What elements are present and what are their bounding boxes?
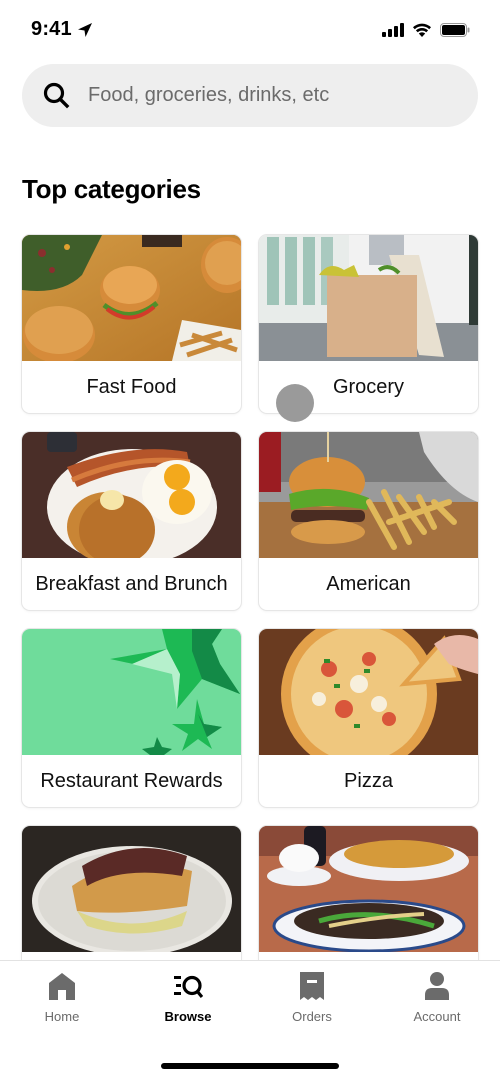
signal-icon [382,22,404,37]
category-card-fast-food[interactable]: Fast Food [22,235,241,413]
browse-icon [174,975,203,999]
tab-orders[interactable]: Orders [262,971,362,1024]
location-arrow-icon [78,23,92,37]
tab-label: Orders [292,1009,332,1024]
category-card-breakfast-and-brunch[interactable]: Breakfast and Brunch [22,432,241,610]
search-icon [43,82,70,109]
tab-label: Browse [164,1009,212,1024]
category-card-pizza[interactable]: Pizza [259,629,478,807]
status-time: 9:41 [31,18,72,40]
category-label: Restaurant Rewards [40,770,223,792]
chinese-food-image [259,826,478,952]
pizza-image [259,629,478,755]
search-bar[interactable] [22,64,478,127]
touch-indicator [276,384,314,422]
status-bar: 9:41 [0,0,500,60]
tab-account[interactable]: Account [387,971,487,1024]
tab-label: Account [413,1009,461,1024]
breakfast-image [22,432,241,558]
grocery-image [259,235,478,361]
sandwich-image [22,826,241,952]
rewards-image [22,629,241,755]
tab-home[interactable]: Home [12,971,112,1024]
battery-icon [440,22,470,37]
section-title: Top categories [22,174,201,204]
receipt-icon [300,972,324,1000]
tab-label: Home [44,1009,80,1024]
category-card-restaurant-rewards[interactable]: Restaurant Rewards [22,629,241,807]
category-label: American [326,573,411,595]
person-icon [425,972,449,1000]
status-icons [382,22,470,37]
category-label: Pizza [344,770,393,792]
category-label: Fast Food [86,376,177,398]
american-image [259,432,478,558]
tab-browse[interactable]: Browse [138,971,238,1024]
home-indicator[interactable] [161,1063,339,1069]
search-input[interactable] [88,64,458,127]
fast-food-image [22,235,241,361]
category-card-american[interactable]: American [259,432,478,610]
category-label: Breakfast and Brunch [35,573,228,595]
wifi-icon [413,23,431,37]
home-icon [49,973,75,1000]
